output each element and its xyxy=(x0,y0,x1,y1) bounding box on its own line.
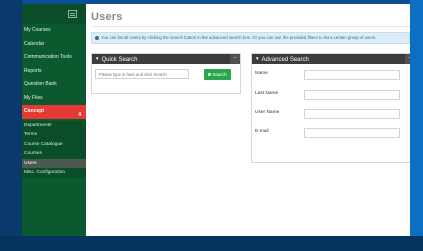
sidebar-item-label: My Files xyxy=(24,94,43,101)
sidebar-item-label: Reports xyxy=(24,67,42,74)
search-button-label: Search xyxy=(212,72,227,77)
sidebar-subitem-label: Misc. Configuration xyxy=(24,170,66,175)
info-alert: You can list all Users by clicking the s… xyxy=(91,32,410,44)
main-content: Users You can list all Users by clicking… xyxy=(86,4,410,236)
sidebar-item-calendar[interactable]: Calendar xyxy=(22,38,86,52)
divider xyxy=(91,26,410,27)
advanced-search-panel: ▼Advanced Search – Name Last Name User N… xyxy=(251,53,410,163)
info-text: You can list all Users by clicking the s… xyxy=(101,35,377,40)
sidebar-subitem-label: Course Catalogue xyxy=(24,141,63,147)
sidebar-item-reports[interactable]: Reports xyxy=(22,65,86,79)
sidebar: My Courses Calendar Communication Tools … xyxy=(22,4,86,236)
background-bottom xyxy=(0,236,423,251)
advanced-search-header[interactable]: ▼Advanced Search – xyxy=(252,54,410,64)
sidebar-item-label: Question Bank xyxy=(24,81,57,87)
page-title: Users xyxy=(91,11,123,23)
sidebar-subitem-misc-configuration[interactable]: Misc. Configuration xyxy=(22,168,86,178)
sidebar-item-badge: 4 xyxy=(78,112,81,118)
sidebar-subitem-label: Terms xyxy=(24,132,38,137)
advanced-search-title: Advanced Search xyxy=(261,57,309,63)
minimize-button[interactable]: – xyxy=(230,54,240,64)
sidebar-subitem-label: Courses xyxy=(24,151,42,156)
email-label: E-mail xyxy=(255,129,269,134)
sidebar-subitem-label: Users xyxy=(24,160,37,166)
background-right xyxy=(410,0,423,251)
sidebar-item-label: Calendar xyxy=(24,40,45,47)
caret-down-icon: ▼ xyxy=(95,56,100,61)
sidebar-item-my-files[interactable]: My Files xyxy=(22,92,86,106)
background-left xyxy=(0,0,22,251)
search-icon xyxy=(208,73,212,76)
caret-down-icon: ▼ xyxy=(255,56,260,61)
quick-search-header[interactable]: ▼ Quick Search – xyxy=(92,54,240,64)
sidebar-subnav: Departments Terms Course Catalogue Cours… xyxy=(22,120,86,178)
sidebar-item-concept[interactable]: Concept 4 xyxy=(22,105,86,119)
quick-search-title: Quick Search xyxy=(101,57,138,63)
sidebar-subitem-departments[interactable]: Departments xyxy=(22,121,86,131)
email-field[interactable] xyxy=(304,128,400,138)
minimize-button[interactable]: – xyxy=(405,54,410,64)
sidebar-item-my-courses[interactable]: My Courses xyxy=(22,24,86,38)
name-field[interactable] xyxy=(304,70,400,80)
app-window: My Courses Calendar Communication Tools … xyxy=(22,4,410,236)
sidebar-item-communication-tools[interactable]: Communication Tools xyxy=(22,51,86,65)
sidebar-subitem-course-catalogue[interactable]: Course Catalogue xyxy=(22,140,86,150)
name-label: Name xyxy=(255,71,268,76)
quick-search-panel: ▼Quick Search – Search xyxy=(91,53,241,94)
last-name-label: Last Name xyxy=(255,91,279,96)
quick-search-input[interactable] xyxy=(95,69,189,79)
search-button[interactable]: Search xyxy=(204,69,231,80)
sidebar-item-label: Concept xyxy=(24,108,44,114)
menu-toggle-icon[interactable] xyxy=(68,10,77,18)
sidebar-subitem-users[interactable]: Users xyxy=(22,158,86,168)
info-icon xyxy=(95,35,99,40)
sidebar-item-question-bank[interactable]: Question Bank xyxy=(22,78,86,92)
sidebar-subitem-courses[interactable]: Courses xyxy=(22,149,86,159)
sidebar-header xyxy=(22,4,86,24)
sidebar-nav: My Courses Calendar Communication Tools … xyxy=(22,24,86,119)
user-name-field[interactable] xyxy=(304,109,400,119)
sidebar-item-label: Communication Tools xyxy=(24,54,72,60)
sidebar-subitem-label: Departments xyxy=(24,122,52,128)
user-name-label: User Name xyxy=(255,110,280,115)
sidebar-item-label: My Courses xyxy=(24,27,51,33)
sidebar-subitem-terms[interactable]: Terms xyxy=(22,130,86,140)
last-name-field[interactable] xyxy=(304,90,400,100)
